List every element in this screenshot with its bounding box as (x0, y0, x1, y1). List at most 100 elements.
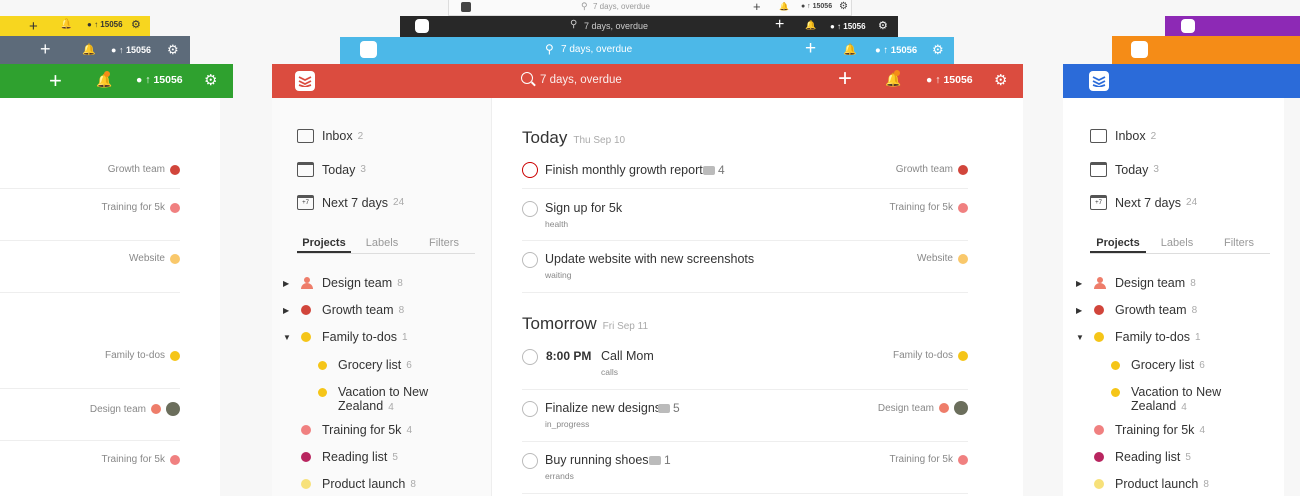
gear-icon[interactable]: ⚙ (839, 1, 848, 12)
right-project-family[interactable]: ▼ Family to-dos 1 (1076, 330, 1201, 344)
task-row[interactable]: Sign up for 5k health Training for 5k (522, 197, 968, 241)
task-project[interactable]: Design team (878, 401, 968, 415)
task-row[interactable]: Finish monthly growth report 4 Growth te… (522, 160, 968, 189)
comment-icon[interactable] (658, 404, 670, 413)
project-count: 8 (398, 304, 405, 316)
task-project[interactable]: Growth team (896, 164, 968, 175)
task-title[interactable]: Buy running shoes (545, 453, 649, 467)
right-project-training[interactable]: Training for 5k 4 (1094, 423, 1205, 437)
right-nav-today[interactable]: Today 3 (1090, 162, 1159, 177)
right-project-reading[interactable]: Reading list 5 (1094, 450, 1191, 464)
plus-icon[interactable]: + (805, 38, 816, 60)
bell-icon[interactable]: 🔔 (60, 19, 72, 30)
task-checkbox[interactable] (522, 162, 538, 178)
task-checkbox[interactable] (522, 252, 538, 268)
karma-indicator[interactable]: ● ↑ 15056 (111, 45, 151, 55)
task-label[interactable]: waiting (545, 270, 571, 280)
plus-icon[interactable]: + (29, 18, 38, 35)
bell-icon[interactable]: 🔔 (885, 70, 901, 88)
project-vacation[interactable]: Vacation to New Zealand 4 (318, 385, 428, 415)
nav-inbox[interactable]: Inbox 2 (297, 129, 363, 143)
gear-icon[interactable]: ⚙ (167, 42, 179, 58)
chevron-down-icon[interactable]: ▼ (1076, 333, 1094, 342)
chevron-down-icon[interactable]: ▼ (283, 333, 301, 342)
task-checkbox[interactable] (522, 201, 538, 217)
project-grocery[interactable]: Grocery list 6 (318, 358, 412, 372)
right-project-product[interactable]: Product launch 8 (1094, 477, 1209, 491)
task-project[interactable]: Training for 5k (889, 202, 968, 213)
right-project-design[interactable]: ▶ Design team 8 (1076, 276, 1196, 290)
plus-icon[interactable]: + (40, 39, 51, 60)
right-project-vacation[interactable]: Vacation to New Zealand 4 (1111, 385, 1221, 415)
karma-indicator[interactable]: ● ↑ 15056 (136, 74, 183, 86)
bell-icon[interactable]: 🔔 (82, 43, 96, 56)
search-placeholder[interactable]: 7 days, overdue (561, 44, 632, 55)
task-title[interactable]: Update website with new screenshots (545, 252, 754, 266)
gear-icon[interactable]: ⚙ (878, 19, 888, 32)
task-row[interactable]: Update website with new screenshots wait… (522, 249, 968, 293)
karma-indicator[interactable]: ● ↑ 15056 (87, 20, 123, 29)
task-title[interactable]: Sign up for 5k (545, 201, 622, 215)
search-placeholder[interactable]: 7 days, overdue (593, 2, 650, 11)
plus-icon[interactable]: + (775, 16, 784, 34)
task-title[interactable]: Finish monthly growth report (545, 163, 703, 177)
plus-icon[interactable]: + (49, 68, 62, 94)
gear-icon[interactable]: ⚙ (131, 18, 141, 31)
bell-icon[interactable]: 🔔 (779, 2, 789, 11)
gear-icon[interactable]: ⚙ (204, 71, 217, 89)
project-product[interactable]: Product launch 8 (301, 477, 416, 491)
right-nav-inbox[interactable]: Inbox 2 (1090, 129, 1156, 143)
todoist-logo-icon[interactable] (295, 71, 315, 91)
project-design[interactable]: ▶ Design team 8 (283, 276, 403, 290)
right-project-grocery[interactable]: Grocery list 6 (1111, 358, 1205, 372)
right-nav-next7[interactable]: +7 Next 7 days 24 (1090, 195, 1197, 210)
right-project-growth[interactable]: ▶ Growth team 8 (1076, 303, 1197, 317)
task-checkbox[interactable] (522, 401, 538, 417)
task-label[interactable]: errands (545, 471, 574, 481)
task-checkbox[interactable] (522, 349, 538, 365)
chevron-right-icon[interactable]: ▶ (283, 279, 301, 288)
task-label[interactable]: calls (601, 367, 618, 377)
task-project[interactable]: Family to-dos (893, 350, 968, 361)
bell-icon[interactable]: 🔔 (843, 43, 857, 56)
task-checkbox[interactable] (522, 453, 538, 469)
task-label[interactable]: health (545, 219, 568, 229)
tab-filters[interactable]: Filters (413, 237, 475, 253)
chevron-right-icon[interactable]: ▶ (1076, 279, 1094, 288)
gear-icon[interactable]: ⚙ (994, 71, 1007, 89)
task-label[interactable]: in_progress (545, 419, 589, 429)
plus-icon[interactable]: + (838, 67, 852, 91)
project-training[interactable]: Training for 5k 4 (301, 423, 412, 437)
plus-icon[interactable]: + (753, 0, 761, 14)
gear-icon[interactable]: ⚙ (932, 42, 944, 58)
task-row[interactable]: Buy running shoes 1 errands Training for… (522, 450, 968, 494)
comment-icon[interactable] (649, 456, 661, 465)
karma-indicator[interactable]: ● ↑ 15056 (801, 3, 832, 10)
project-family[interactable]: ▼ Family to-dos 1 (283, 330, 408, 344)
tab-filters[interactable]: Filters (1208, 237, 1270, 253)
karma-indicator[interactable]: ● ↑ 15056 (875, 45, 917, 56)
tab-projects[interactable]: Projects (1090, 237, 1146, 253)
tab-labels[interactable]: Labels (351, 237, 413, 253)
bell-icon[interactable]: 🔔 (805, 20, 816, 31)
task-title[interactable]: Finalize new designs (545, 401, 661, 415)
task-project[interactable]: Website (917, 253, 968, 264)
task-row[interactable]: Finalize new designs 5 in_progress Desig… (522, 398, 968, 442)
task-row[interactable]: 8:00 PM Call Mom calls Family to-dos (522, 346, 968, 390)
task-project[interactable]: Training for 5k (889, 454, 968, 465)
tab-projects[interactable]: Projects (297, 237, 351, 253)
project-reading[interactable]: Reading list 5 (301, 450, 398, 464)
karma-indicator[interactable]: ● ↑ 15056 (926, 74, 973, 86)
tab-labels[interactable]: Labels (1146, 237, 1208, 253)
search-placeholder[interactable]: 7 days, overdue (584, 21, 648, 31)
chevron-right-icon[interactable]: ▶ (283, 306, 301, 315)
search-input[interactable]: 7 days, overdue (540, 74, 622, 86)
karma-indicator[interactable]: ● ↑ 15056 (830, 22, 866, 31)
chevron-right-icon[interactable]: ▶ (1076, 306, 1094, 315)
nav-next7[interactable]: +7 Next 7 days 24 (297, 195, 404, 210)
bell-icon[interactable]: 🔔 (96, 71, 112, 89)
comment-icon[interactable] (703, 166, 715, 175)
task-title[interactable]: Call Mom (601, 349, 654, 363)
project-growth[interactable]: ▶ Growth team 8 (283, 303, 404, 317)
nav-today[interactable]: Today 3 (297, 162, 366, 177)
